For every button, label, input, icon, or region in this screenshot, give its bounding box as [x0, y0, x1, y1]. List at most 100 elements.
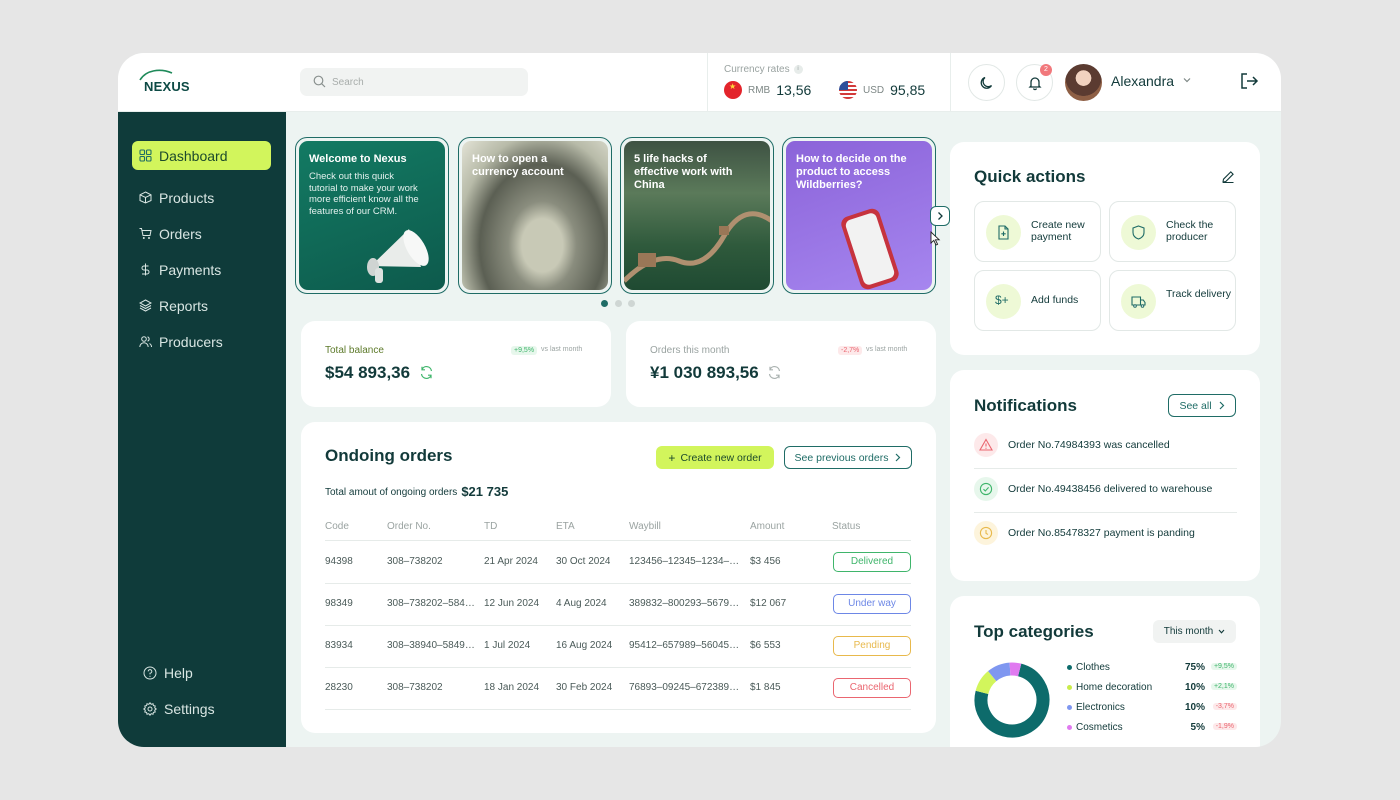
notifications-button[interactable]: 2	[1016, 64, 1053, 101]
sidebar-item-orders[interactable]: Orders	[132, 219, 271, 248]
search-bar[interactable]	[300, 68, 528, 96]
stat-vs-label: vs last month	[866, 346, 908, 353]
category-row[interactable]: Home decoration 10% +2,1%	[1067, 681, 1237, 695]
dollar-icon	[141, 263, 150, 276]
column-header[interactable]: ETA	[556, 521, 575, 532]
carousel-dot[interactable]	[628, 300, 635, 307]
plus-icon: +	[668, 450, 676, 465]
search-input[interactable]	[332, 73, 512, 91]
mouse-cursor-icon	[930, 231, 941, 246]
chevron-right-icon	[1219, 401, 1224, 410]
category-name: Home decoration	[1076, 682, 1153, 693]
column-header[interactable]: Waybill	[629, 521, 661, 532]
logout-icon[interactable]	[1239, 71, 1259, 91]
icon-circle	[986, 215, 1021, 250]
period-select[interactable]: This month	[1153, 620, 1236, 643]
table-row[interactable]: 28230 308–738202 18 Jan 2024 30 Feb 2024…	[325, 668, 911, 710]
category-percent: 10%	[1184, 702, 1205, 713]
create-new-order-button[interactable]: + Create new order	[656, 446, 774, 469]
check-the-producer-button[interactable]: Check the producer	[1109, 201, 1236, 262]
sidebar-item-help[interactable]: Help	[136, 658, 275, 687]
user-name[interactable]: Alexandra	[1111, 73, 1174, 89]
search-icon	[313, 75, 326, 88]
category-row[interactable]: Clothes 75% +9,5%	[1067, 661, 1237, 675]
top-bar: NEXUS Currency ratesi ★ RMB 13,56 USD 95…	[118, 53, 1281, 112]
category-name: Clothes	[1076, 662, 1110, 673]
cell-td: 21 Apr 2024	[484, 556, 538, 567]
category-name: Cosmetics	[1076, 722, 1123, 733]
cell-waybill: 95412–657989–56045–…	[629, 640, 741, 651]
header-divider	[707, 53, 708, 112]
cell-waybill: 389832–800293–56798…	[629, 598, 741, 609]
slide-wildberries[interactable]: How to decide on the product to access W…	[782, 137, 936, 294]
sidebar-item-reports[interactable]: Reports	[132, 291, 271, 320]
sidebar-item-payments[interactable]: Payments	[132, 255, 271, 284]
table-row[interactable]: 83934 308–38940–5849… 1 Jul 2024 16 Aug …	[325, 626, 911, 668]
category-row[interactable]: Electronics 10% -3,7%	[1067, 701, 1237, 715]
sidebar-item-settings[interactable]: Settings	[136, 694, 275, 723]
see-all-button[interactable]: See all	[1168, 394, 1236, 417]
sidebar-item-label: Payments	[159, 261, 222, 278]
stat-delta-badge: -2,7%	[838, 346, 863, 355]
quick-action-label: Track delivery	[1166, 288, 1231, 300]
donut-segment-home-decoration	[975, 671, 997, 695]
table-row[interactable]: 94398 308–738202 21 Apr 2024 30 Oct 2024…	[325, 542, 911, 584]
great-wall-icon	[624, 211, 770, 283]
sidebar-item-products[interactable]: Products	[132, 183, 271, 212]
notification-text: Order No.74984393 was cancelled	[1008, 439, 1170, 451]
clock-icon	[979, 526, 993, 540]
slide-title: Welcome to Nexus	[309, 153, 407, 165]
slide-body: Check out this quick tutorial to make yo…	[309, 171, 419, 217]
sidebar-item-producers[interactable]: Producers	[132, 327, 271, 356]
category-percent: 5%	[1190, 722, 1205, 733]
section-title: Ondoing orders	[325, 446, 453, 465]
avatar[interactable]	[1065, 64, 1102, 101]
column-header[interactable]: Amount	[750, 521, 784, 532]
carousel-dot[interactable]	[601, 300, 608, 307]
column-header[interactable]: TD	[484, 521, 497, 532]
slide-welcome[interactable]: Welcome to Nexus Check out this quick tu…	[295, 137, 449, 294]
phone-icon	[841, 208, 899, 290]
edit-icon[interactable]	[1221, 170, 1235, 184]
currency-code: USD	[863, 84, 885, 96]
column-header[interactable]: Order No.	[387, 521, 431, 532]
column-header[interactable]: Code	[325, 521, 349, 532]
shield-icon	[1132, 225, 1145, 240]
notification-item[interactable]: Order No.49438456 delivered to warehouse	[974, 469, 1237, 513]
add-funds-button[interactable]: $+ Add funds	[974, 270, 1101, 331]
theme-toggle-button[interactable]	[968, 64, 1005, 101]
cell-order-no: 308–738202	[387, 682, 443, 693]
notification-item[interactable]: Order No.74984393 was cancelled	[974, 425, 1237, 469]
icon-circle	[974, 521, 998, 545]
nexus-logo[interactable]: NEXUS	[138, 68, 208, 98]
slide-life-hacks[interactable]: 5 life hacks of effective work with Chin…	[620, 137, 774, 294]
sidebar-item-label: Settings	[164, 700, 215, 717]
category-row[interactable]: Cosmetics 5% -1,9%	[1067, 721, 1237, 735]
cell-td: 18 Jan 2024	[484, 682, 540, 693]
table-row[interactable]: 98349 308–738202–584… 12 Jun 2024 4 Aug …	[325, 584, 911, 626]
category-delta: -3,7%	[1212, 703, 1237, 710]
slide-title: How to open a currency account	[472, 153, 564, 178]
sidebar-item-dashboard[interactable]: Dashboard	[132, 141, 271, 170]
notification-item[interactable]: Order No.85478327 payment is panding	[974, 513, 1237, 557]
info-icon[interactable]: i	[793, 64, 803, 74]
slide-currency-account[interactable]: How to open a currency account	[458, 137, 612, 294]
status-badge: Delivered	[833, 552, 911, 572]
refresh-icon[interactable]	[767, 365, 782, 380]
carousel-next-button[interactable]	[930, 206, 950, 226]
button-label: See previous orders	[794, 451, 889, 464]
refresh-icon[interactable]	[419, 365, 434, 380]
category-delta: -1,9%	[1212, 723, 1237, 730]
carousel-dot[interactable]	[615, 300, 622, 307]
see-previous-orders-button[interactable]: See previous orders	[784, 446, 912, 469]
create-new-payment-button[interactable]: Create new payment	[974, 201, 1101, 262]
column-header[interactable]: Status	[832, 521, 860, 532]
category-percent: 75%	[1184, 662, 1205, 673]
chevron-down-icon[interactable]	[1183, 77, 1191, 83]
orders-this-month-card: Orders this month -2,7% vs last month ¥1…	[626, 321, 936, 407]
status-badge: Cancelled	[833, 678, 911, 698]
cell-amount: $12 067	[750, 598, 787, 609]
cell-eta: 30 Feb 2024	[556, 682, 613, 693]
total-balance-card: Total balance +9,5% vs last month $54 89…	[301, 321, 611, 407]
track-delivery-button[interactable]: Track delivery	[1109, 270, 1236, 331]
